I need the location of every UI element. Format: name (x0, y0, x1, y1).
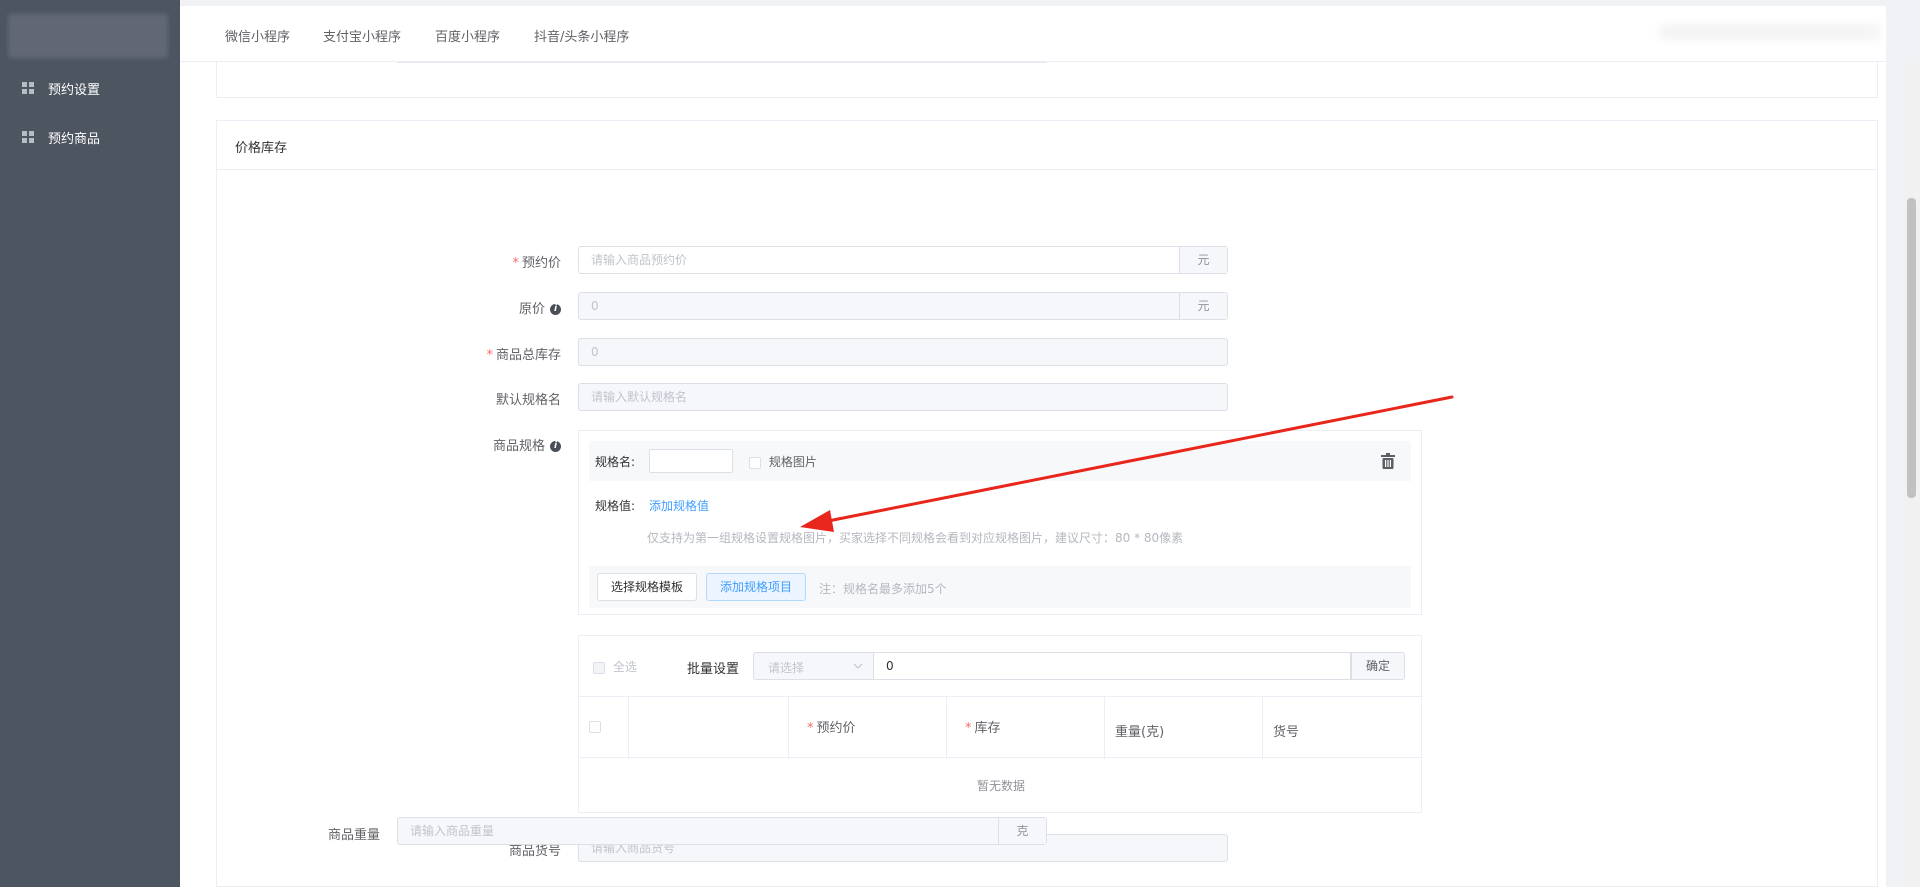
total-stock-label: * 商品总库存 (217, 344, 561, 363)
column-label: 预约价 (816, 721, 856, 736)
label-text: 商品总库存 (495, 348, 561, 363)
column-header: 重量(克) (1105, 697, 1263, 759)
info-icon[interactable]: i (550, 304, 561, 315)
spec-value-label: 规格值: (595, 499, 636, 513)
main-content: 价格库存 * 预约价 请输入商品预约价 元 原价 i 0 元 * 商品总库存 0 默认… (180, 62, 1886, 887)
spec-label: 商品规格 i (217, 435, 561, 454)
label-text: 商品规格 (492, 439, 545, 454)
placeholder: 请输入默认规格名 (591, 390, 688, 404)
header-checkbox-cell (579, 697, 629, 759)
unit-append: 元 (1179, 293, 1227, 319)
card-title: 价格库存 (217, 121, 1877, 170)
confirm-button[interactable]: 确定 (1351, 652, 1405, 680)
scrollbar[interactable] (1904, 62, 1920, 887)
value: 0 (591, 345, 599, 359)
right-gutter (1886, 0, 1904, 887)
grid-icon (22, 131, 34, 143)
scrollbar-thumb[interactable] (1907, 198, 1916, 498)
placeholder: 请输入商品预约价 (591, 253, 688, 267)
divider (397, 62, 1047, 63)
placeholder: 请输入商品重量 (410, 824, 495, 838)
batch-select[interactable]: 请选择 (753, 652, 873, 680)
tab-alipay-miniprogram[interactable]: 支付宝小程序 (323, 26, 401, 45)
label-text: 预约价 (521, 256, 561, 271)
sidebar: 预约设置 预约商品 (0, 0, 180, 887)
spec-image-checkbox[interactable]: 规格图片 (749, 453, 817, 470)
spec-group-header: 规格名: 规格图片 (589, 441, 1411, 481)
reserve-price-label: * 预约价 (217, 252, 561, 271)
required-mark: * (965, 721, 972, 736)
blurred-area (1660, 24, 1880, 40)
required-mark: * (512, 256, 519, 271)
tab-douyin-miniprogram[interactable]: 抖音/头条小程序 (534, 26, 629, 45)
original-price-input[interactable]: 0 元 (578, 292, 1228, 320)
column-label: 重量(克) (1115, 725, 1165, 740)
price-stock-card: 价格库存 * 预约价 请输入商品预约价 元 原价 i 0 元 * 商品总库存 0 默认… (216, 120, 1878, 887)
sku-table-header: * 预约价 * 库存 重量(克) 货号 (579, 696, 1423, 759)
previous-card (216, 62, 1878, 98)
grid-icon (22, 82, 34, 94)
checkbox-icon (593, 661, 605, 674)
batch-value-input[interactable]: 0 (873, 652, 1351, 680)
batch-label: 批量设置 (687, 662, 740, 677)
column-label: 库存 (974, 721, 1001, 736)
sidebar-item-label: 预约设置 (48, 82, 101, 98)
column-label: 货号 (1273, 725, 1300, 740)
checkbox-icon (749, 456, 761, 469)
select-placeholder: 请选择 (768, 661, 805, 675)
column-header: * 预约价 (789, 697, 947, 759)
checkbox-label: 全选 (612, 660, 637, 674)
default-spec-name-input[interactable]: 请输入默认规格名 (578, 383, 1228, 411)
column-header: * 库存 (947, 697, 1105, 759)
required-mark: * (486, 348, 493, 363)
original-price-label: 原价 i (217, 298, 561, 317)
weight-label: 商品重量 (327, 828, 380, 843)
weight-input[interactable]: 请输入商品重量 克 (397, 817, 1047, 845)
checkbox-label: 规格图片 (768, 455, 817, 469)
sidebar-item-reservation-goods[interactable]: 预约商品 (22, 127, 100, 147)
column-header: 货号 (1263, 697, 1422, 759)
logo (8, 14, 168, 58)
header-spec-cell (629, 697, 789, 759)
add-spec-item-button[interactable]: 添加规格项目 (706, 573, 806, 601)
spec-note: 注：规格名最多添加5个 (819, 582, 947, 596)
info-icon[interactable]: i (550, 441, 561, 452)
chevron-down-icon (853, 663, 863, 669)
unit-append: 元 (1179, 247, 1227, 273)
sidebar-item-label: 预约商品 (48, 131, 101, 147)
tab-baidu-miniprogram[interactable]: 百度小程序 (435, 26, 500, 45)
trash-icon[interactable] (1381, 453, 1395, 469)
total-stock-input[interactable]: 0 (578, 338, 1228, 366)
add-spec-value-link[interactable]: 添加规格值 (649, 497, 709, 514)
select-spec-template-button[interactable]: 选择规格模板 (597, 573, 697, 601)
spec-box: 规格名: 规格图片 规格值: 添加规格值 仅支持为第一组规格设置规格图片，买家选… (578, 430, 1422, 615)
batch-settings-box: 全选 批量设置 请选择 0 确定 * 预约价 * 库存 重量(克) 货号 暂无数… (578, 635, 1423, 813)
spec-actions: 选择规格模板 添加规格项目 注：规格名最多添加5个 (589, 566, 1411, 608)
default-spec-name-label: 默认规格名 (495, 393, 561, 408)
select-all-checkbox[interactable]: 全选 (593, 658, 637, 675)
tab-wechat-miniprogram[interactable]: 微信小程序 (225, 26, 290, 45)
empty-state: 暂无数据 (976, 779, 1025, 793)
sidebar-item-reservation-settings[interactable]: 预约设置 (22, 78, 100, 98)
value: 0 (591, 299, 599, 313)
top-nav: 微信小程序 支付宝小程序 百度小程序 抖音/头条小程序 (180, 6, 1886, 62)
unit-append: 克 (998, 818, 1046, 844)
spec-tip: 仅支持为第一组规格设置规格图片，买家选择不同规格会看到对应规格图片，建议尺寸：8… (647, 531, 1184, 545)
checkbox-icon[interactable] (589, 721, 601, 733)
required-mark: * (807, 721, 814, 736)
spec-name-input[interactable] (649, 449, 733, 473)
label-text: 原价 (518, 302, 545, 317)
spec-name-label: 规格名: (595, 455, 636, 469)
reserve-price-input[interactable]: 请输入商品预约价 元 (578, 246, 1228, 274)
